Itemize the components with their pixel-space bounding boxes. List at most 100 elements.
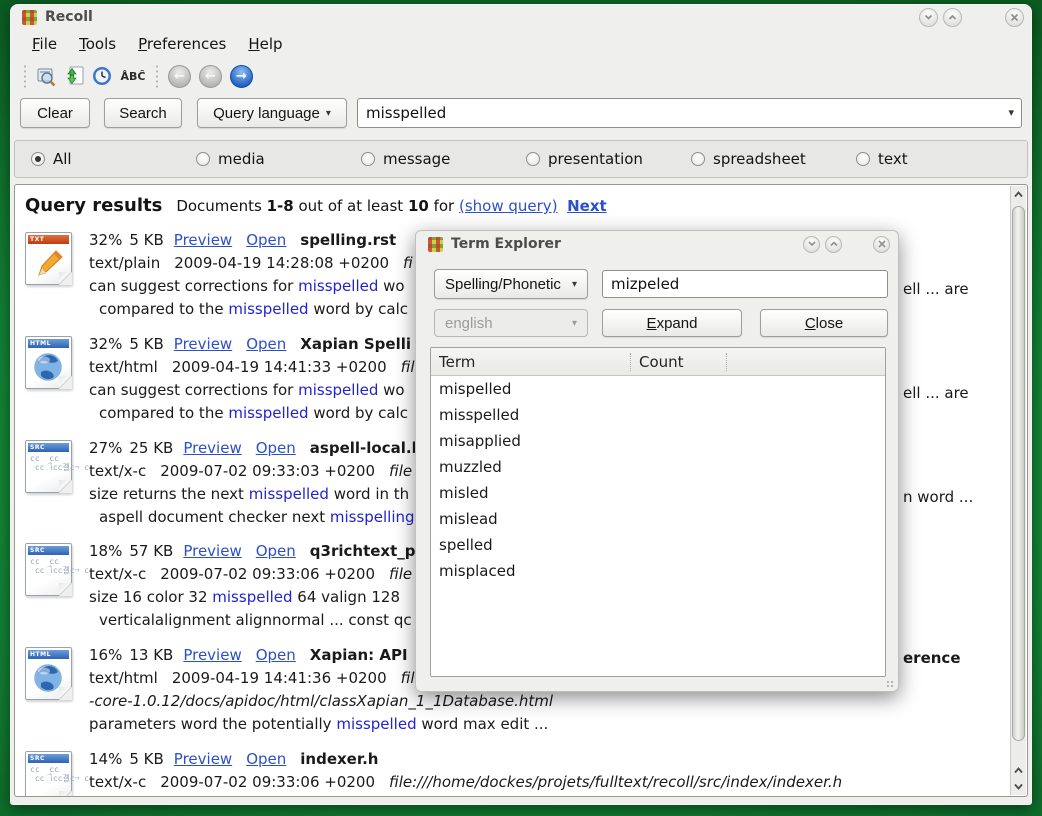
- close-button[interactable]: [1005, 8, 1024, 27]
- resize-grip[interactable]: [886, 680, 894, 688]
- search-query-input[interactable]: [357, 98, 1022, 128]
- term-row[interactable]: muzzled: [431, 454, 885, 480]
- query-language-dropdown[interactable]: Query language ▾: [197, 98, 347, 128]
- scroll-up-button[interactable]: [1011, 762, 1026, 778]
- recoll-app-icon: [22, 10, 37, 25]
- open-link[interactable]: Open: [246, 750, 286, 768]
- previous-page-button[interactable]: ←: [199, 65, 222, 88]
- doc-date: 2009-07-02 09:33:06 +0200: [160, 565, 375, 583]
- preview-link[interactable]: Preview: [183, 439, 241, 457]
- preview-link[interactable]: Preview: [183, 646, 241, 664]
- term-row[interactable]: mislead: [431, 506, 885, 532]
- term-row[interactable]: mispelled: [431, 376, 885, 402]
- maximize-button[interactable]: [825, 236, 842, 253]
- show-missed-helpers-button[interactable]: [33, 62, 59, 90]
- close-button[interactable]: [873, 236, 890, 253]
- result-title: q3richtext_p: [310, 542, 416, 560]
- chevron-up-icon: [829, 239, 839, 249]
- menu-tools[interactable]: Tools: [69, 32, 126, 56]
- chevron-up-icon: [1014, 766, 1023, 775]
- filter-text[interactable]: text: [856, 150, 1021, 168]
- file-size: 5 KB: [129, 335, 163, 353]
- snippet-text: can suggest corrections for: [89, 277, 298, 295]
- result-meta-line: text/x-c2009-07-02 09:33:06 +0200file://…: [89, 771, 1003, 794]
- doc-type-badge: SRC: [28, 443, 69, 452]
- mime-type: text/html: [89, 669, 158, 687]
- minimize-button[interactable]: [803, 236, 820, 253]
- term-row[interactable]: misled: [431, 480, 885, 506]
- open-link[interactable]: Open: [246, 335, 286, 353]
- maximize-button[interactable]: [943, 8, 962, 27]
- preview-link[interactable]: Preview: [174, 750, 232, 768]
- filter-presentation[interactable]: presentation: [526, 150, 691, 168]
- column-header-count[interactable]: Count: [631, 353, 727, 371]
- filter-message[interactable]: message: [361, 150, 526, 168]
- term-input[interactable]: [602, 270, 888, 298]
- next-page-button[interactable]: →: [230, 65, 253, 88]
- radio-icon: [196, 152, 210, 166]
- dialog-titlebar[interactable]: Term Explorer: [416, 231, 898, 257]
- pencil-icon: [32, 246, 66, 280]
- next-page-link[interactable]: Next: [567, 197, 607, 215]
- term-row[interactable]: misapplied: [431, 428, 885, 454]
- results-header: Query resultsDocuments 1-8 out of at lea…: [25, 195, 607, 216]
- expansion-mode-dropdown[interactable]: Spelling/Phonetic ▾: [434, 269, 588, 299]
- preview-link[interactable]: Preview: [183, 542, 241, 560]
- first-page-button[interactable]: ←: [168, 65, 191, 88]
- scrollbar-thumb[interactable]: [1012, 206, 1025, 741]
- doc-range: 1-8: [267, 197, 294, 215]
- chevron-down-icon: [807, 239, 817, 249]
- relevance-percent: 27%: [89, 439, 122, 457]
- file-size: 25 KB: [129, 439, 173, 457]
- chevron-up-icon: [947, 12, 958, 23]
- expand-button[interactable]: Expand: [602, 309, 742, 337]
- radio-icon: [856, 152, 870, 166]
- file-url: fi: [403, 254, 413, 272]
- term-explorer-button[interactable]: ÅBĈ: [117, 62, 149, 90]
- term-row[interactable]: misspelled: [431, 402, 885, 428]
- result-title: Xapian Spelli: [300, 335, 411, 353]
- filter-all[interactable]: All: [31, 150, 196, 168]
- chevron-down-icon: ▾: [572, 318, 577, 329]
- menu-file[interactable]: File: [22, 32, 67, 56]
- open-link[interactable]: Open: [256, 439, 296, 457]
- clear-button[interactable]: Clear: [20, 98, 90, 128]
- preview-link[interactable]: Preview: [174, 335, 232, 353]
- desktop-background: Recoll File Tools Preferences Help: [0, 0, 1042, 816]
- open-link[interactable]: Open: [256, 646, 296, 664]
- dialog-close-button[interactable]: Close: [760, 309, 888, 337]
- source-code-pattern: [30, 454, 89, 472]
- history-button[interactable]: [89, 62, 115, 90]
- doc-type-badge: SRC: [28, 754, 69, 763]
- update-index-button[interactable]: [61, 62, 87, 90]
- show-query-link[interactable]: (show query): [459, 197, 558, 215]
- result-row[interactable]: SRC 14%5 KBPreviewOpenindexer.h text/x-c…: [25, 748, 1003, 797]
- titlebar[interactable]: Recoll: [10, 4, 1032, 30]
- radio-icon: [526, 152, 540, 166]
- filter-spreadsheet[interactable]: spreadsheet: [691, 150, 856, 168]
- results-scrollbar[interactable]: [1010, 186, 1026, 795]
- search-button[interactable]: Search: [104, 98, 182, 128]
- scroll-down-button[interactable]: [1011, 778, 1026, 794]
- term-row[interactable]: misplaced: [431, 558, 885, 584]
- open-link[interactable]: Open: [256, 542, 296, 560]
- file-url: fil: [401, 358, 415, 376]
- arrow-left-icon: ←: [205, 69, 216, 84]
- column-header-term[interactable]: Term: [431, 353, 631, 371]
- term-row[interactable]: spelled: [431, 532, 885, 558]
- minimize-button[interactable]: [919, 8, 938, 27]
- menu-help[interactable]: Help: [238, 32, 292, 56]
- preview-link[interactable]: Preview: [174, 231, 232, 249]
- open-link[interactable]: Open: [246, 231, 286, 249]
- snippet-line: parameters word the potentially misspell…: [89, 713, 1003, 736]
- doc-type-badge: TXT: [28, 235, 69, 244]
- language-dropdown[interactable]: english ▾: [434, 309, 588, 337]
- scroll-up-button[interactable]: [1011, 186, 1026, 202]
- filter-media[interactable]: media: [196, 150, 361, 168]
- source-code-pattern: [30, 557, 89, 575]
- document-filter-bar: All media message presentation spreadshe…: [14, 140, 1028, 178]
- menu-preferences[interactable]: Preferences: [128, 32, 236, 56]
- result-title: aspell-local.h: [310, 439, 422, 457]
- clock-icon: [91, 65, 113, 87]
- chevron-down-icon[interactable]: ▾: [1008, 106, 1014, 119]
